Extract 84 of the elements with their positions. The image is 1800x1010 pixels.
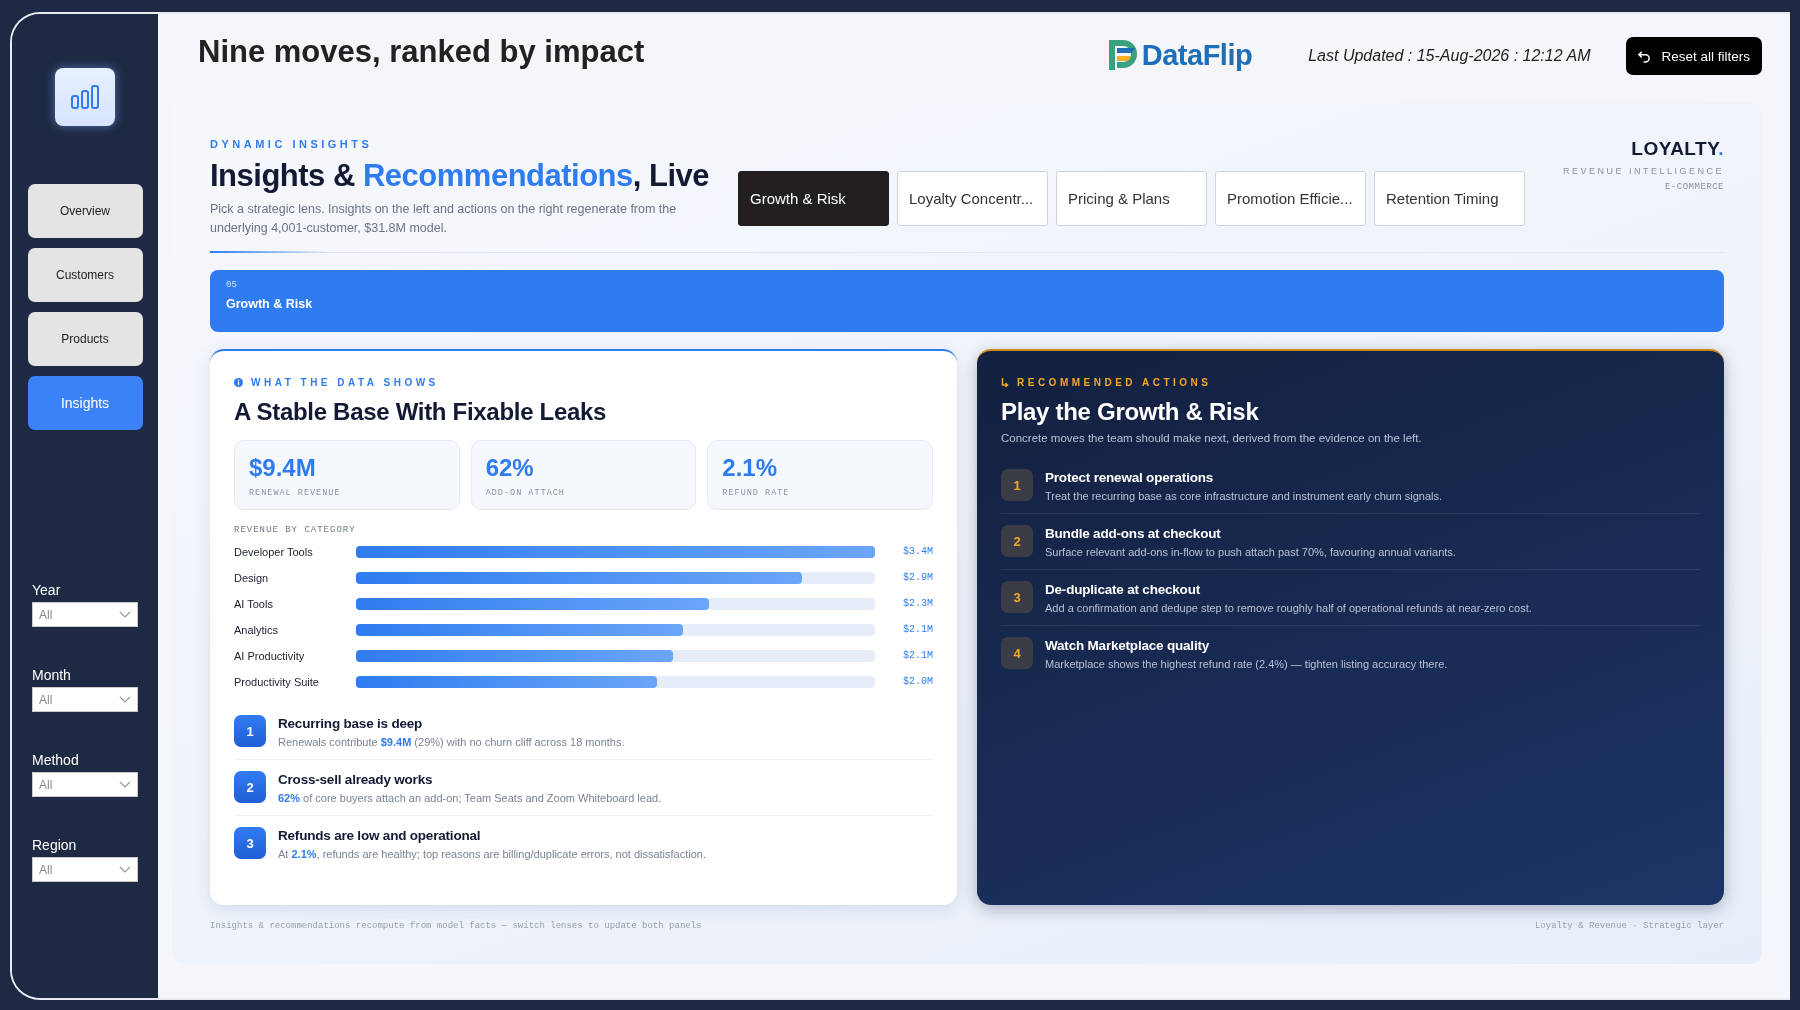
number-badge: 3 <box>234 827 266 859</box>
number-badge: 3 <box>1001 581 1033 613</box>
footer-caption: Loyalty & Revenue · Strategic layer <box>1534 921 1724 931</box>
filter-label: Method <box>32 752 80 768</box>
category-label: AI Productivity <box>234 649 306 662</box>
chevron-down-icon <box>119 696 131 703</box>
section-title: Insights & Recommendations, Live <box>210 158 711 194</box>
action-text: Add a confirmation and dedupe step to remove roughly half of operational refunds at near-zero cost. <box>1045 602 1532 614</box>
filter-dropdown[interactable]: All <box>32 602 138 627</box>
chevron-down-icon <box>119 781 131 788</box>
category-value: $2.3M <box>902 598 933 609</box>
nav-button[interactable]: Customers <box>27 248 143 302</box>
filter-label: Region <box>32 837 78 853</box>
stat-value: $9.4M <box>249 454 317 482</box>
app-logo-icon <box>55 68 115 126</box>
lens-tab[interactable]: Promotion Efficie... <box>1215 171 1366 226</box>
action-title: De-duplicate at checkout <box>1045 582 1201 597</box>
number-badge: 2 <box>234 771 266 803</box>
category-value: $2.9M <box>902 572 933 583</box>
action-title: Watch Marketplace quality <box>1045 638 1211 653</box>
card-subtitle: Concrete moves the team should make next, derived from the evidence on the left. <box>1001 432 1423 444</box>
badge-subtitle: REVENUE INTELLIGENCE <box>1562 166 1724 176</box>
brand-name: DataFlip <box>1141 38 1253 72</box>
product-name: LOYALTY. <box>1631 138 1724 160</box>
finding-title: Refunds are low and operational <box>278 828 482 843</box>
nav-button[interactable]: Insights <box>27 376 143 430</box>
filter-label: Month <box>32 667 72 683</box>
page-title: Nine moves, ranked by impact <box>198 34 646 70</box>
number-badge: 1 <box>1001 469 1033 501</box>
action-text: Marketplace shows the highest refund rate (2.4%) — tighten listing accuracy there. <box>1045 658 1448 670</box>
category-label: AI Tools <box>234 597 274 610</box>
action-text: Treat the recurring base as core infrastructure and instrument early churn signals. <box>1045 490 1442 502</box>
card-title: Play the Growth & Risk <box>1001 398 1260 426</box>
number-badge: 2 <box>1001 525 1033 557</box>
number-badge: 1 <box>234 715 266 747</box>
footer-note: Insights & recommendations recompute from model facts — switch lenses to update both panels <box>210 921 702 931</box>
finding-title: Cross-sell already works <box>278 772 434 787</box>
stat-label: ADD-ON ATTACH <box>485 488 566 498</box>
badge-category: E-COMMERCE <box>1665 182 1724 192</box>
lens-tab[interactable]: Retention Timing <box>1374 171 1525 226</box>
nav-button[interactable]: Overview <box>27 184 143 238</box>
stat-value: 2.1% <box>722 454 779 482</box>
card-eyebrow: WHAT THE DATA SHOWS <box>251 377 439 388</box>
card-title: A Stable Base With Fixable Leaks <box>234 398 608 426</box>
chevron-down-icon <box>119 866 131 873</box>
chevron-down-icon <box>119 611 131 618</box>
undo-icon <box>1638 49 1652 63</box>
number-badge: 4 <box>1001 637 1033 669</box>
action-text: Surface relevant add-ons in-flow to push attach past 70%, favouring annual variants. <box>1045 546 1456 558</box>
arrow-icon <box>1001 377 1009 388</box>
chart-title: REVENUE BY CATEGORY <box>234 525 357 535</box>
info-icon <box>234 378 243 387</box>
filter-dropdown[interactable]: All <box>32 772 138 797</box>
action-title: Protect renewal operations <box>1045 470 1215 485</box>
category-label: Productivity Suite <box>234 675 320 688</box>
category-value: $2.1M <box>902 650 933 661</box>
filter-dropdown[interactable]: All <box>32 857 138 882</box>
stat-label: RENEWAL REVENUE <box>249 488 342 498</box>
category-value: $3.4M <box>902 546 933 557</box>
category-value: $2.1M <box>902 624 933 635</box>
lens-tab[interactable]: Loyalty Concentr... <box>897 171 1048 226</box>
category-label: Analytics <box>234 623 280 636</box>
finding-text: Renewals contribute $9.4M (29%) with no churn cliff across 18 months. <box>278 736 625 748</box>
nav-button[interactable]: Products <box>27 312 143 366</box>
lens-title: Growth & Risk <box>226 297 314 311</box>
section-subtitle: Pick a strategic lens. Insights on the left and actions on the right regenerate from the underlying 4,001-customer, $31.8M model. <box>210 201 678 237</box>
finding-text: At 2.1%, refunds are healthy; top reasons are billing/duplicate errors, not dissatisfaction. <box>278 848 707 860</box>
category-value: $2.0M <box>902 676 933 687</box>
reset-filters-button[interactable]: Reset all filters <box>1626 37 1762 75</box>
lens-index: 05 <box>226 280 238 290</box>
filter-dropdown[interactable]: All <box>32 687 138 712</box>
action-title: Bundle add-ons at checkout <box>1045 526 1222 541</box>
finding-title: Recurring base is deep <box>278 716 424 731</box>
last-updated: Last Updated : 15-Aug-2026 : 12:12 AM <box>1308 47 1591 65</box>
lens-tab[interactable]: Pricing & Plans <box>1056 171 1207 226</box>
card-eyebrow: RECOMMENDED ACTIONS <box>1017 377 1212 388</box>
category-label: Design <box>234 571 270 584</box>
section-eyebrow: DYNAMIC INSIGHTS <box>210 138 374 150</box>
category-label: Developer Tools <box>234 545 314 558</box>
stat-label: REFUND RATE <box>722 488 791 498</box>
finding-text: 62% of core buyers attach an add-on; Team Seats and Zoom Whiteboard lead. <box>278 792 662 804</box>
stat-value: 62% <box>485 454 535 482</box>
filter-label: Year <box>32 582 62 598</box>
lens-tab[interactable]: Growth & Risk <box>738 171 889 226</box>
